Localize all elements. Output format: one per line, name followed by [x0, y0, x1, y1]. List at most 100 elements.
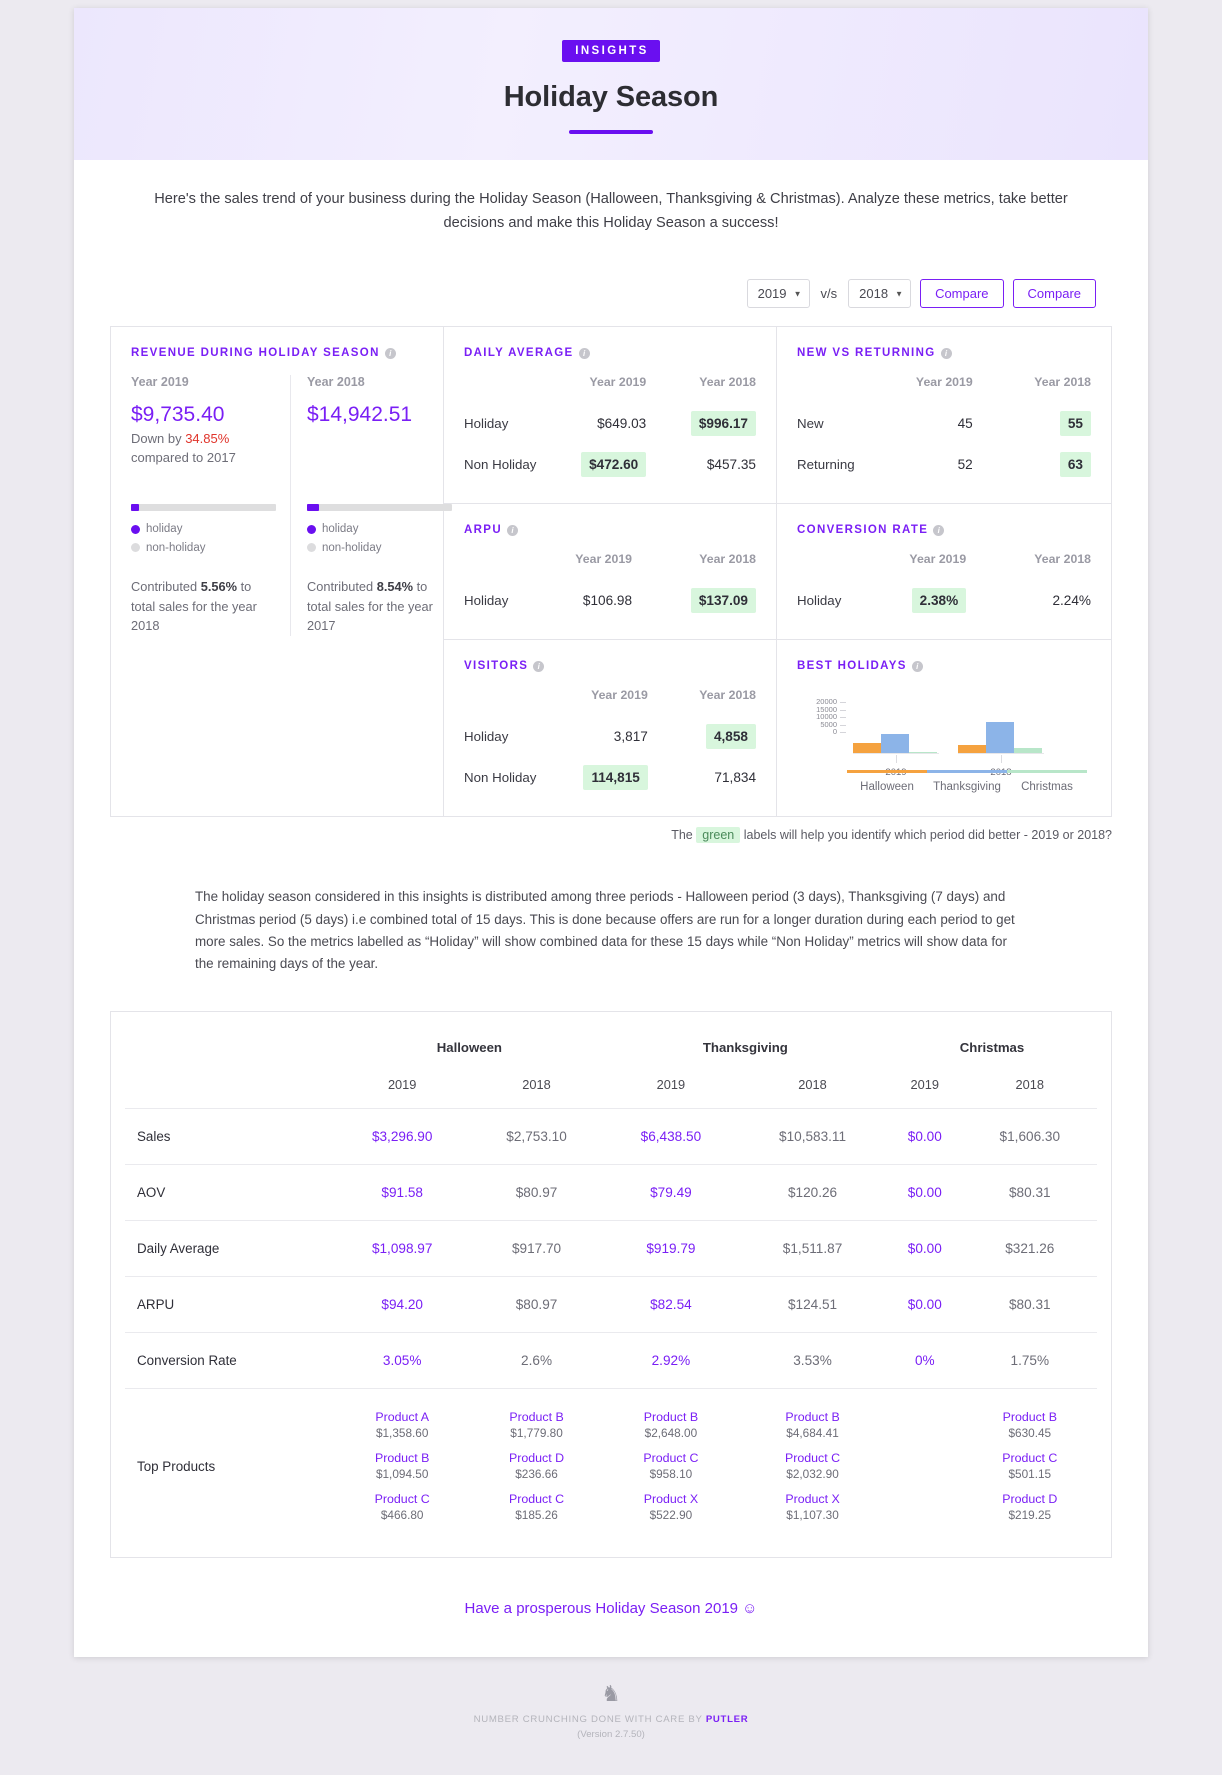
- info-icon[interactable]: i: [533, 660, 545, 672]
- cell-value: $649.03: [597, 416, 647, 432]
- col-2019-header: Year 2019: [915, 375, 973, 390]
- product-name[interactable]: Product A: [335, 1409, 469, 1425]
- page-footer: ♞ NUMBER CRUNCHING DONE WITH CARE BY PUT…: [0, 1657, 1222, 1770]
- revenue-2018-amount: $14,942.51: [307, 403, 413, 427]
- table-row: Top Products Product A $1,358.60 Product B $…: [125, 1389, 1097, 1543]
- product-name[interactable]: Product B: [335, 1450, 469, 1466]
- revenue-2018-bar: [307, 503, 452, 511]
- product-name[interactable]: Product C: [469, 1491, 603, 1507]
- insights-page: INSIGHTS Holiday Season Here's the sales…: [74, 8, 1148, 1658]
- chart-plot-area: 20192018: [847, 696, 1087, 778]
- col-2018-header: Year 2018: [699, 375, 756, 390]
- cell-value: 52: [957, 457, 973, 473]
- product-name[interactable]: Product C: [738, 1450, 887, 1466]
- new-vs-returning-table: Year 2019 Year 2018 New 45 55 Returning …: [797, 375, 1091, 485]
- product-name[interactable]: Product D: [963, 1491, 1097, 1507]
- insights-badge: INSIGHTS: [562, 40, 660, 62]
- product-name[interactable]: Product B: [604, 1409, 738, 1425]
- revenue-2019-year: Year 2019: [131, 375, 189, 390]
- arpu-card: ARPU i Year 2019 Year 2018 Holiday $106.…: [444, 503, 776, 639]
- cell-value: 55: [1059, 411, 1091, 437]
- cell-value: $10,583.11: [738, 1108, 887, 1166]
- info-icon[interactable]: i: [507, 524, 518, 536]
- x-axis-segment-thanksgiving: [927, 770, 1007, 774]
- cell-value: $80.31: [962, 1276, 1097, 1334]
- info-icon[interactable]: i: [911, 660, 923, 672]
- cell-value: 2.38%: [911, 588, 967, 614]
- cell-value: 2.6%: [469, 1332, 604, 1390]
- vs-label: v/s: [820, 286, 838, 302]
- blank-header: [464, 375, 536, 403]
- info-icon[interactable]: i: [933, 524, 945, 536]
- product-value: $2,648.00: [644, 1425, 698, 1440]
- product-name[interactable]: Product C: [335, 1491, 469, 1507]
- product-name[interactable]: Product X: [604, 1491, 738, 1507]
- chart-group-tick: [896, 755, 897, 764]
- contrib-prefix: Contributed: [131, 579, 198, 595]
- product-name[interactable]: Product C: [604, 1450, 738, 1466]
- legend-nonholiday: non-holiday: [131, 539, 276, 558]
- bar-thanksgiving-2018: [986, 722, 1014, 754]
- top-products-cell: Product A $1,358.60 Product B $1,094.50 Prod…: [335, 1389, 469, 1543]
- conversion-rate-title: CONVERSION RATE i: [797, 524, 1091, 536]
- cell-value: 4,858: [705, 724, 756, 750]
- contrib-prefix: Contributed: [307, 579, 374, 595]
- revenue-2019-trend: Down by 34.85% compared to 2017: [131, 430, 276, 468]
- green-note-keyword: green: [696, 827, 741, 844]
- closing-wish: Have a prosperous Holiday Season 2019 ☺: [464, 1600, 758, 1618]
- breakdown-table-wrapper: Halloween Thanksgiving Christmas 2019 20…: [110, 1011, 1112, 1559]
- visitors-card: VISITORS i Year 2019 Year 2018 Holiday 3…: [444, 639, 776, 816]
- breakdown-table: Halloween Thanksgiving Christmas 2019 20…: [125, 1022, 1097, 1543]
- x-axis-segment-halloween: [847, 770, 927, 774]
- legend-nonholiday-label: non-holiday: [322, 541, 382, 554]
- product-name[interactable]: Product X: [738, 1491, 887, 1507]
- blank-header: [464, 688, 536, 716]
- product-name[interactable]: Product B: [469, 1409, 603, 1425]
- product-value: $501.15: [1008, 1466, 1052, 1481]
- table-row: Holiday $649.03 $996.17: [464, 403, 756, 444]
- table-row: Holiday $106.98 $137.09: [464, 580, 756, 621]
- compare-button-secondary[interactable]: Compare: [1012, 279, 1096, 309]
- year-primary-select[interactable]: 2019 ▼: [746, 279, 810, 309]
- revenue-card-title: REVENUE DURING HOLIDAY SEASON i: [131, 347, 423, 359]
- row-label: Holiday: [464, 416, 509, 432]
- cell-value: $0.00: [886, 1108, 963, 1166]
- cell-value: 0%: [886, 1332, 963, 1390]
- cell-value: $82.54: [603, 1276, 739, 1334]
- col-2019-header: Year 2019: [591, 688, 648, 703]
- cell-2018: $457.35: [646, 444, 756, 485]
- col-2019-header: Year 2019: [909, 552, 967, 567]
- chevron-down-icon: ▼: [895, 289, 904, 299]
- cell-value: $1,511.87: [738, 1220, 887, 1278]
- info-icon[interactable]: i: [940, 347, 952, 359]
- product-value: $236.66: [515, 1466, 558, 1481]
- legend-dot-holiday-icon: [307, 524, 316, 534]
- cell-value: $0.00: [886, 1220, 963, 1278]
- product-name[interactable]: Product D: [469, 1450, 603, 1466]
- breakdown-table-body: Sales $3,296.90 $2,753.10 $6,438.50 $10,583.…: [125, 1108, 1097, 1543]
- holiday-definition-paragraph: The holiday season considered in this in…: [195, 889, 1015, 972]
- info-icon[interactable]: i: [578, 347, 590, 359]
- product-name[interactable]: Product C: [963, 1450, 1097, 1466]
- metrics-grid: REVENUE DURING HOLIDAY SEASON i Year 201…: [110, 326, 1112, 818]
- cell-2019: $649.03: [536, 403, 646, 444]
- best-holidays-title-text: BEST HOLIDAYS: [797, 660, 907, 673]
- cell-2019: 2.38%: [841, 580, 967, 621]
- blank-header: [797, 552, 841, 580]
- compare-button[interactable]: Compare: [920, 279, 1004, 309]
- cell-value: $120.26: [738, 1164, 887, 1222]
- y-tick-label: 0: [803, 728, 846, 736]
- revenue-2019-contribution: Contributed 5.56% to total sales for the…: [131, 577, 276, 635]
- product-name[interactable]: Product B: [963, 1409, 1097, 1425]
- revenue-2019: Year 2019 $9,735.40 Down by 34.85% compa…: [131, 375, 290, 635]
- cell-value: $80.31: [962, 1164, 1097, 1222]
- visitors-title-text: VISITORS: [464, 660, 529, 673]
- cell-2018: 71,834: [648, 757, 756, 798]
- info-icon[interactable]: i: [384, 347, 396, 359]
- product-name[interactable]: Product B: [738, 1409, 887, 1425]
- col-2018-header: Year 2018: [699, 688, 756, 703]
- col-2018-header: Year 2018: [699, 552, 756, 567]
- year-secondary-select[interactable]: 2018 ▼: [848, 279, 912, 309]
- cell-value: $996.17: [690, 411, 756, 437]
- table-row: Returning 52 63: [797, 444, 1091, 485]
